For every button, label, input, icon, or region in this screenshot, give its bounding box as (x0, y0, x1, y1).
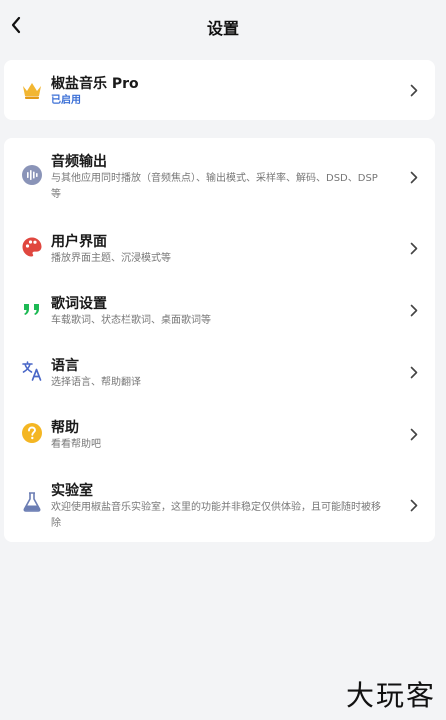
waveform-icon (20, 163, 44, 187)
settings-item-language[interactable]: 语言 选择语言、帮助翻译 (4, 342, 435, 402)
settings-item-subtitle: 车载歌词、状态栏歌词、桌面歌词等 (51, 315, 211, 326)
chevron-right-icon (409, 241, 419, 255)
settings-item-subtitle: 欢迎使用椒盐音乐实验室，这里的功能并非稳定仅供体验，且可能随时被移除 (51, 502, 381, 529)
palette-icon (20, 235, 44, 259)
settings-item-title: 语言 (51, 358, 79, 374)
settings-item-subtitle: 看看帮助吧 (51, 439, 101, 450)
chevron-right-icon (409, 303, 419, 317)
settings-card: 音频输出 与其他应用同时播放（音频焦点）、输出模式、采样率、解码、DSD、DSP… (4, 138, 435, 542)
pro-card: 椒盐音乐 Pro 已启用 (4, 60, 435, 120)
page-title: 设置 (206, 19, 239, 38)
pro-status: 已启用 (51, 95, 81, 106)
quote-icon (20, 297, 44, 321)
pro-title: 椒盐音乐 Pro (51, 76, 139, 92)
settings-item-title: 用户界面 (51, 234, 107, 250)
settings-item-help[interactable]: 帮助 看看帮助吧 (4, 404, 435, 464)
chevron-right-icon (409, 365, 419, 379)
settings-item-subtitle: 选择语言、帮助翻译 (51, 377, 141, 388)
settings-item-user-interface[interactable]: 用户界面 播放界面主题、沉浸模式等 (4, 218, 435, 278)
settings-item-title: 实验室 (51, 483, 93, 499)
crown-icon (20, 78, 44, 102)
settings-item-subtitle: 播放界面主题、沉浸模式等 (51, 253, 171, 264)
settings-item-lab[interactable]: 实验室 欢迎使用椒盐音乐实验室，这里的功能并非稳定仅供体验，且可能随时被移除 (4, 468, 435, 538)
translate-icon (20, 359, 44, 383)
chevron-right-icon (409, 170, 419, 184)
chevron-right-icon (409, 498, 419, 512)
pro-row[interactable]: 椒盐音乐 Pro 已启用 (4, 60, 435, 120)
watermark: 大玩客 (345, 679, 436, 712)
settings-item-title: 歌词设置 (51, 296, 107, 312)
settings-item-lyrics[interactable]: 歌词设置 车载歌词、状态栏歌词、桌面歌词等 (4, 280, 435, 340)
flask-icon (20, 490, 44, 514)
help-icon (20, 421, 44, 445)
settings-item-subtitle: 与其他应用同时播放（音频焦点）、输出模式、采样率、解码、DSD、DSP 等 (51, 173, 378, 200)
settings-item-audio-output[interactable]: 音频输出 与其他应用同时播放（音频焦点）、输出模式、采样率、解码、DSD、DSP… (4, 138, 435, 208)
settings-item-title: 音频输出 (51, 154, 107, 170)
chevron-right-icon (409, 427, 419, 441)
top-bar: 设置 (0, 0, 446, 52)
chevron-right-icon (409, 83, 419, 97)
settings-item-title: 帮助 (51, 420, 79, 436)
